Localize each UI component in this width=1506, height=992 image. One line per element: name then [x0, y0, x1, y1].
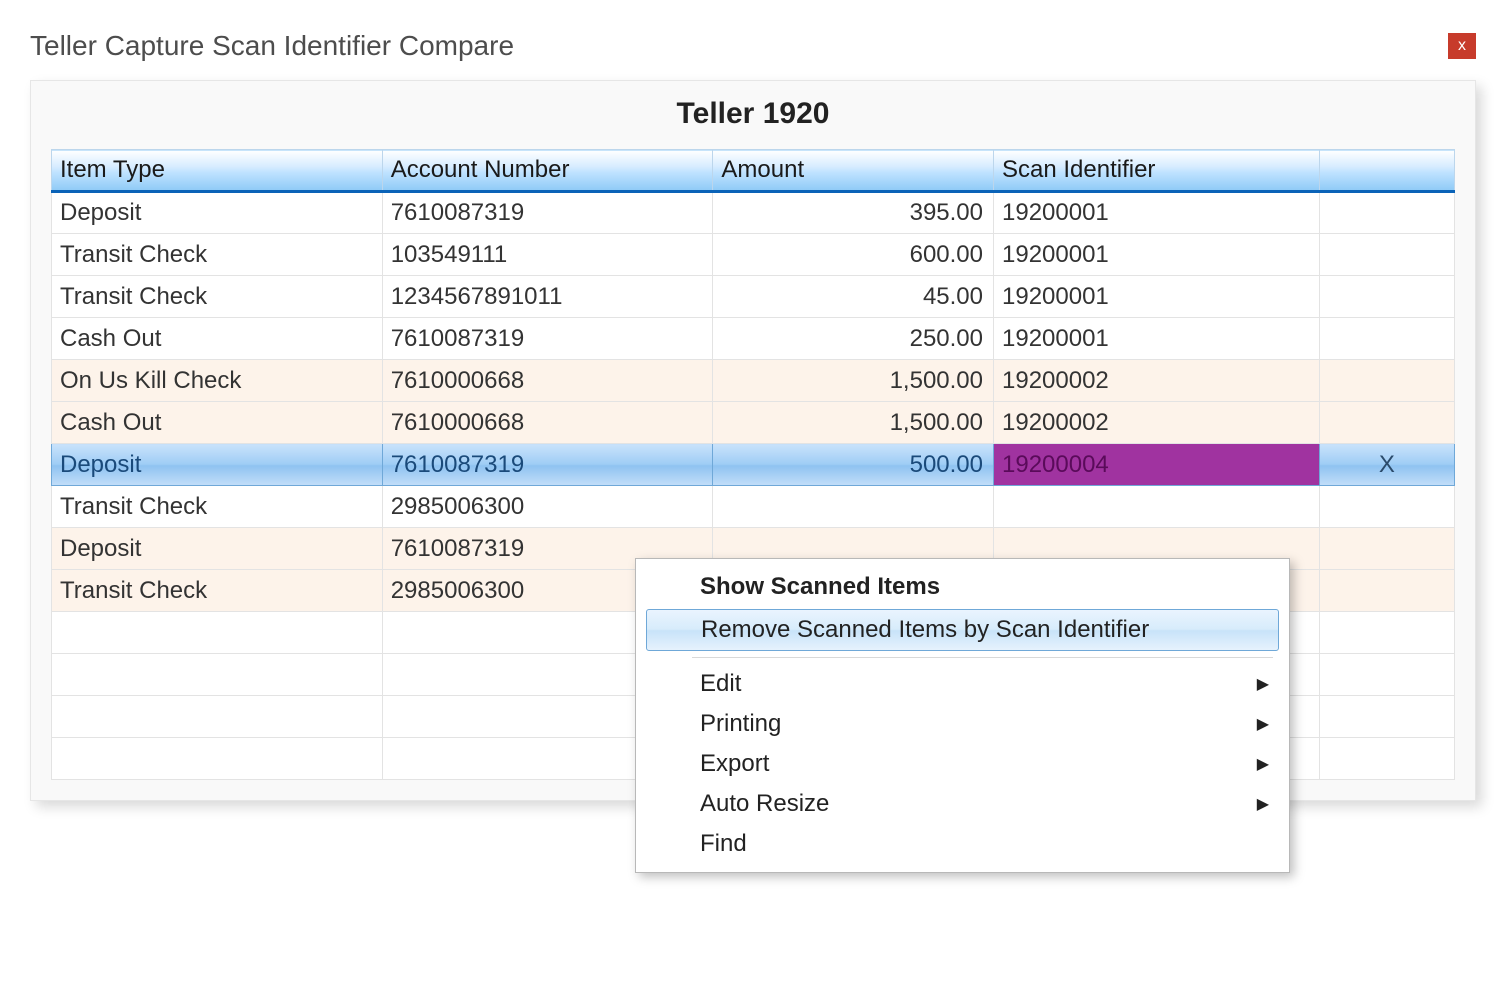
cell-item-type: Deposit [52, 528, 383, 570]
menu-item[interactable]: Show Scanned Items [642, 567, 1283, 607]
cell-scan-identifier: 19200004 [994, 444, 1320, 486]
table-row[interactable]: Cash Out76100006681,500.0019200002 [52, 402, 1455, 444]
cell-action [1319, 570, 1454, 612]
cell-account-number: 7610087319 [382, 444, 713, 486]
cell-item-type: Cash Out [52, 318, 383, 360]
table-row[interactable]: Deposit7610087319395.0019200001 [52, 192, 1455, 234]
cell-account-number: 7610000668 [382, 402, 713, 444]
table-row[interactable]: Transit Check2985006300 [52, 486, 1455, 528]
cell-amount: 395.00 [713, 192, 994, 234]
cell-account-number: 2985006300 [382, 486, 713, 528]
window-frame: Teller Capture Scan Identifier Compare x… [0, 0, 1506, 811]
col-action[interactable] [1319, 150, 1454, 192]
cell-scan-identifier: 19200001 [994, 234, 1320, 276]
cell-scan-identifier: 19200002 [994, 402, 1320, 444]
cell-action [1319, 486, 1454, 528]
close-icon: x [1458, 37, 1466, 55]
cell-empty [52, 738, 383, 780]
cell-account-number: 7610000668 [382, 360, 713, 402]
cell-item-type: Deposit [52, 192, 383, 234]
cell-scan-identifier [994, 486, 1320, 528]
table-row[interactable]: On Us Kill Check76100006681,500.00192000… [52, 360, 1455, 402]
menu-item-label: Remove Scanned Items by Scan Identifier [701, 616, 1149, 644]
cell-account-number: 7610087319 [382, 318, 713, 360]
menu-item[interactable]: Edit ▶ [642, 664, 1283, 704]
cell-action [1319, 192, 1454, 234]
cell-empty [1319, 738, 1454, 780]
menu-item[interactable]: Auto Resize ▶ [642, 784, 1283, 824]
cell-account-number: 1234567891011 [382, 276, 713, 318]
close-button[interactable]: x [1448, 33, 1476, 59]
cell-item-type: Transit Check [52, 486, 383, 528]
cell-scan-identifier: 19200001 [994, 276, 1320, 318]
menu-item[interactable]: Printing ▶ [642, 704, 1283, 744]
table-row[interactable]: Transit Check103549111600.0019200001 [52, 234, 1455, 276]
menu-item[interactable]: Find [642, 824, 1283, 864]
chevron-right-icon: ▶ [1257, 714, 1269, 734]
cell-account-number: 103549111 [382, 234, 713, 276]
cell-action [1319, 318, 1454, 360]
cell-amount [713, 486, 994, 528]
cell-item-type: Deposit [52, 444, 383, 486]
cell-amount: 1,500.00 [713, 360, 994, 402]
menu-item[interactable]: Remove Scanned Items by Scan Identifier [646, 609, 1279, 651]
col-amount[interactable]: Amount [713, 150, 994, 192]
menu-item-label: Export [700, 750, 769, 778]
chevron-right-icon: ▶ [1257, 754, 1269, 774]
menu-item-label: Show Scanned Items [700, 573, 940, 601]
col-item-type[interactable]: Item Type [52, 150, 383, 192]
col-scan-identifier[interactable]: Scan Identifier [994, 150, 1320, 192]
cell-empty [52, 654, 383, 696]
table-row[interactable]: Deposit7610087319500.0019200004X [52, 444, 1455, 486]
cell-item-type: Cash Out [52, 402, 383, 444]
cell-action [1319, 402, 1454, 444]
menu-separator [692, 657, 1273, 658]
menu-item[interactable]: Export ▶ [642, 744, 1283, 784]
cell-action [1319, 276, 1454, 318]
cell-action [1319, 234, 1454, 276]
menu-item-label: Printing [700, 710, 781, 738]
table-header-row: Item Type Account Number Amount Scan Ide… [52, 150, 1455, 192]
cell-scan-identifier: 19200002 [994, 360, 1320, 402]
cell-empty [1319, 696, 1454, 738]
page-subtitle: Teller 1920 [51, 91, 1455, 149]
cell-action: X [1319, 444, 1454, 486]
cell-scan-identifier: 19200001 [994, 192, 1320, 234]
cell-amount: 600.00 [713, 234, 994, 276]
cell-amount: 250.00 [713, 318, 994, 360]
chevron-right-icon: ▶ [1257, 794, 1269, 814]
cell-scan-identifier: 19200001 [994, 318, 1320, 360]
chevron-right-icon: ▶ [1257, 674, 1269, 694]
table-row[interactable]: Cash Out7610087319250.0019200001 [52, 318, 1455, 360]
window-title: Teller Capture Scan Identifier Compare [30, 30, 514, 62]
cell-item-type: Transit Check [52, 570, 383, 612]
cell-empty [52, 696, 383, 738]
window-title-bar: Teller Capture Scan Identifier Compare x [30, 30, 1476, 70]
cell-action [1319, 528, 1454, 570]
cell-empty [1319, 654, 1454, 696]
table-row[interactable]: Transit Check123456789101145.0019200001 [52, 276, 1455, 318]
context-menu: Show Scanned Items Remove Scanned Items b… [635, 558, 1290, 873]
cell-account-number: 7610087319 [382, 192, 713, 234]
cell-item-type: Transit Check [52, 276, 383, 318]
cell-item-type: Transit Check [52, 234, 383, 276]
cell-item-type: On Us Kill Check [52, 360, 383, 402]
menu-item-label: Auto Resize [700, 790, 829, 818]
col-account-number[interactable]: Account Number [382, 150, 713, 192]
menu-item-label: Edit [700, 670, 741, 698]
cell-empty [52, 612, 383, 654]
cell-amount: 500.00 [713, 444, 994, 486]
cell-amount: 45.00 [713, 276, 994, 318]
menu-item-label: Find [700, 830, 747, 858]
cell-action [1319, 360, 1454, 402]
cell-empty [1319, 612, 1454, 654]
cell-amount: 1,500.00 [713, 402, 994, 444]
